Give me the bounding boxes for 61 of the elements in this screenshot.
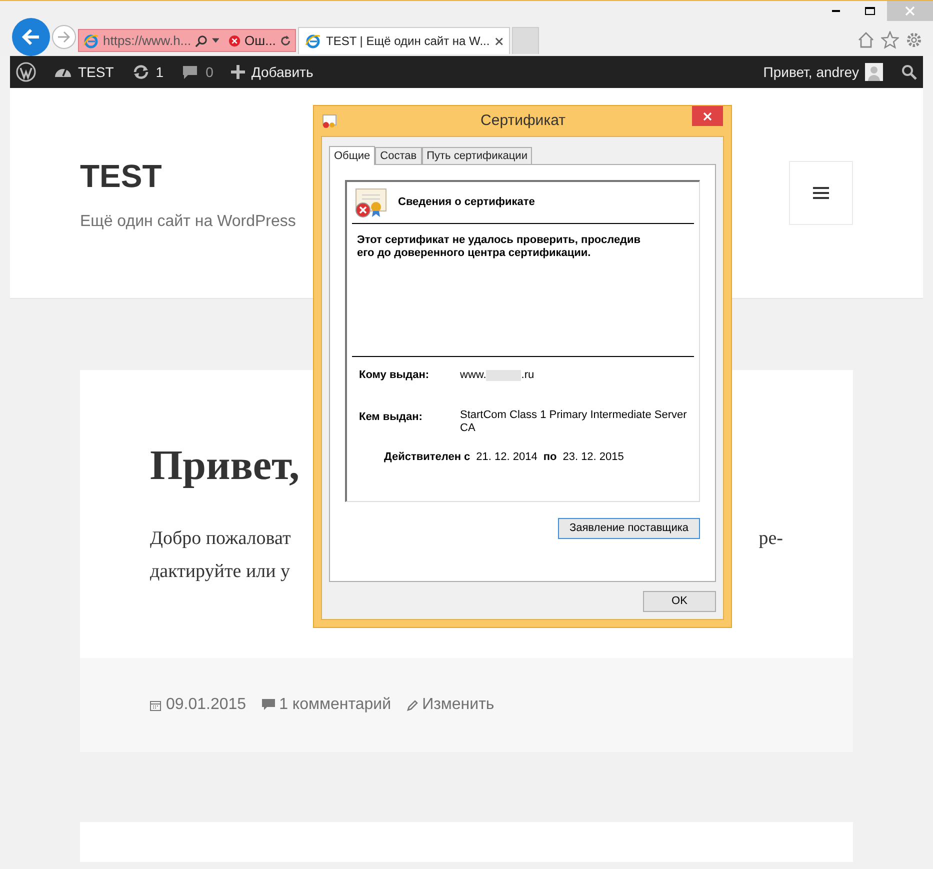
dialog-tab[interactable]: Общие	[329, 146, 376, 165]
issued-to-domain: www.	[460, 368, 486, 383]
site-tagline: Ещё один сайт на WordPress	[80, 212, 296, 232]
address-bar[interactable]: https://www.h... Ош...	[78, 29, 296, 52]
issuer-statement-button[interactable]: Заявление поставщика	[558, 518, 700, 539]
greeting-link[interactable]: Привет, andrey	[763, 62, 859, 82]
close-icon[interactable]	[494, 36, 503, 46]
comments-count[interactable]: 0	[206, 62, 214, 82]
blurred-redaction	[486, 370, 522, 381]
dialog-tab[interactable]: Состав	[375, 147, 422, 164]
search-icon[interactable]	[901, 64, 917, 80]
issued-to-label: Кому выдан:	[359, 368, 430, 383]
site-link[interactable]: TEST	[78, 62, 114, 82]
add-new-link[interactable]: Добавить	[251, 62, 314, 82]
site-title[interactable]: TEST	[80, 152, 296, 200]
valid-to-date: 23. 12. 2015	[562, 450, 624, 464]
dropdown-icon[interactable]	[212, 38, 220, 43]
search-icon[interactable]	[195, 34, 208, 48]
close-icon	[905, 6, 915, 16]
issued-to-domain: .ru	[521, 368, 534, 383]
valid-to-label: по	[543, 450, 557, 464]
post-body-text: дактируйте или у	[150, 560, 292, 584]
settings-icon[interactable]	[905, 31, 923, 49]
refresh-icon[interactable]	[280, 34, 292, 46]
updates-count[interactable]: 1	[156, 62, 164, 82]
post-date-link[interactable]: 09.01.2015	[166, 693, 246, 717]
post-body-text: Добро пожаловат	[150, 527, 291, 551]
pencil-icon	[407, 700, 418, 710]
comment-icon	[262, 699, 276, 711]
back-button[interactable]	[12, 18, 50, 56]
issued-by-value: StartCom Class 1 Primary Intermediate Server CA	[460, 408, 687, 434]
certificate-warning: Этот сертификат не удалось проверить, проследив его до доверенного центра сертификации.	[356, 234, 642, 260]
close-icon	[703, 112, 712, 120]
ok-button[interactable]: OK	[643, 591, 716, 612]
browser-tab[interactable]: TEST | Ещё один сайт на W...	[298, 27, 510, 54]
comments-link[interactable]: 1 комментарий	[279, 693, 392, 717]
certificate-error-icon	[354, 188, 388, 218]
star-icon[interactable]	[881, 31, 899, 49]
dialog-title: Сертификат	[480, 110, 566, 131]
comment-icon	[182, 64, 198, 80]
wordpress-logo-icon[interactable]	[16, 62, 36, 82]
issued-by-label: Кем выдан:	[359, 410, 424, 424]
menu-icon	[813, 187, 829, 199]
forward-arrow-icon	[57, 31, 71, 43]
plus-icon	[231, 65, 246, 79]
dialog-tab[interactable]: Путь сертификации	[422, 147, 532, 164]
valid-from-date: 21. 12. 2014	[476, 450, 538, 464]
post-body-text: ре-	[758, 527, 783, 551]
home-icon[interactable]	[857, 31, 875, 49]
refresh-icon	[132, 64, 150, 80]
close-button[interactable]	[692, 106, 723, 126]
valid-from-label: Действителен с	[384, 450, 470, 464]
calendar-icon	[150, 700, 161, 710]
edit-link[interactable]: Изменить	[422, 693, 494, 717]
error-icon	[229, 34, 241, 46]
back-arrow-icon	[21, 28, 41, 46]
certificate-heading: Сведения о сертификате	[398, 195, 535, 210]
menu-button[interactable]	[789, 161, 853, 225]
ie-icon	[83, 32, 99, 48]
certificate-icon	[322, 113, 338, 129]
ie-icon	[305, 33, 321, 49]
